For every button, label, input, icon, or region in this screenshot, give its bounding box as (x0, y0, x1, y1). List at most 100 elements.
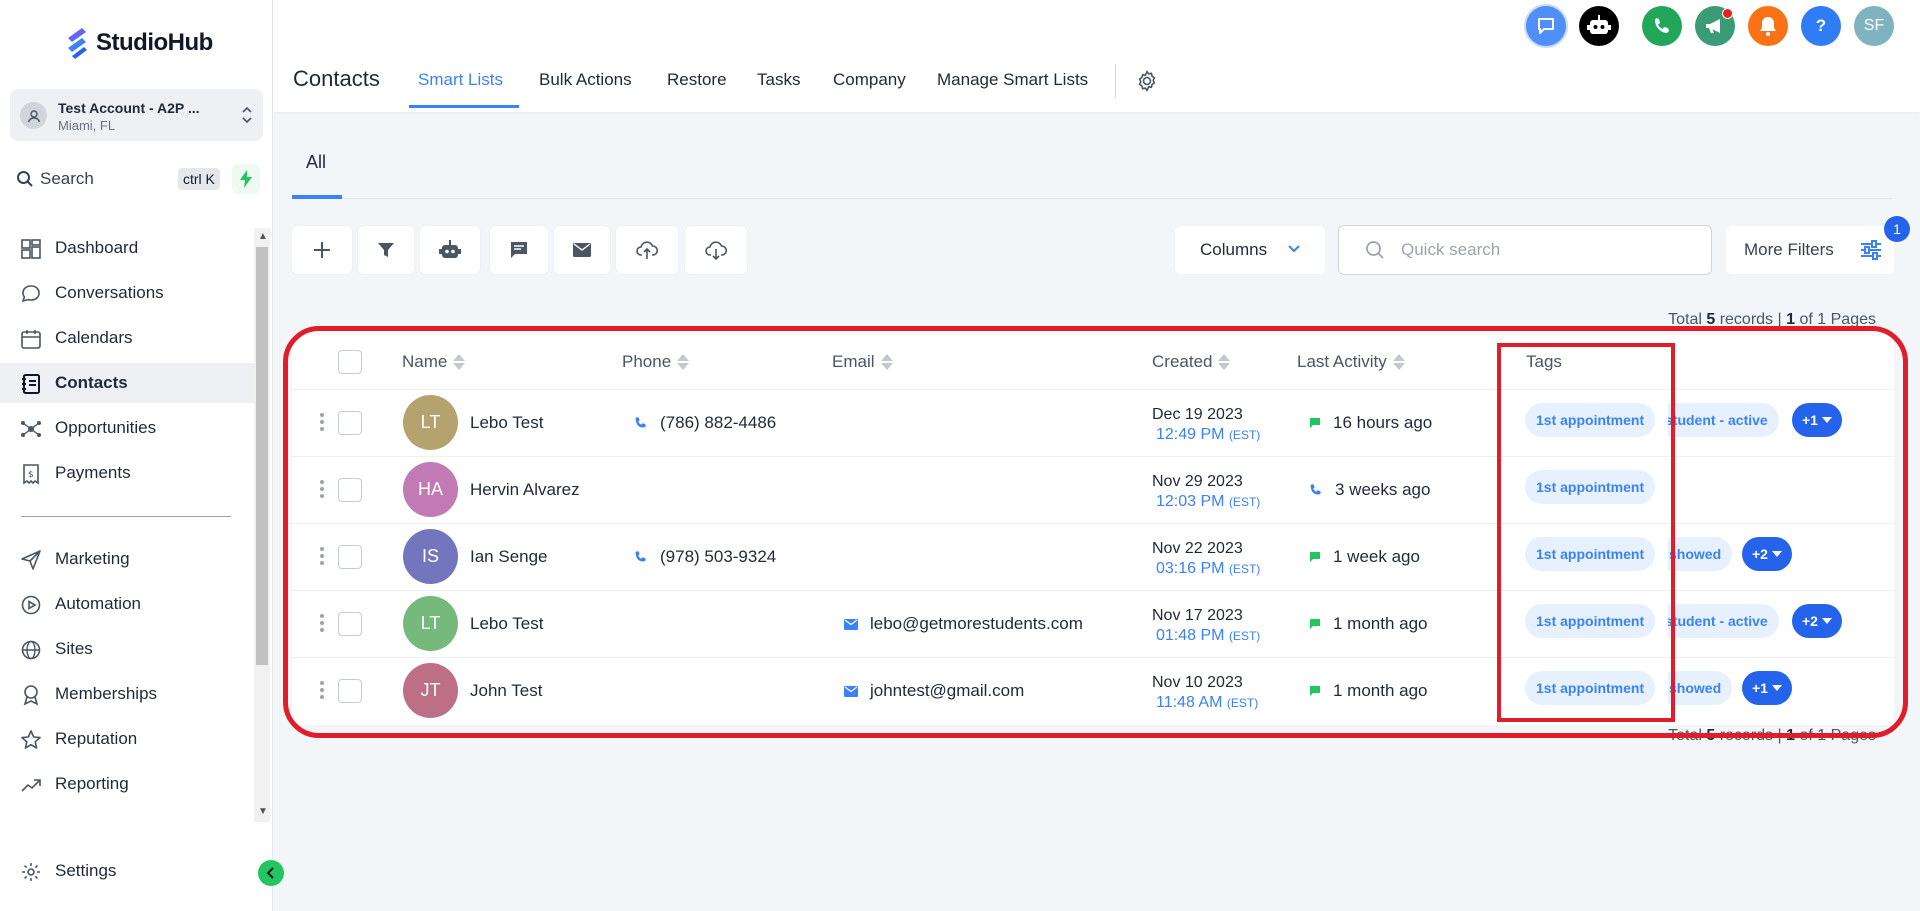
automation-button[interactable] (420, 226, 480, 274)
avatar[interactable]: LT (403, 596, 458, 651)
announcements-button[interactable] (1695, 6, 1735, 46)
contact-name[interactable]: Hervin Alvarez (470, 480, 580, 500)
chat-widget-button[interactable] (1526, 6, 1566, 46)
avatar[interactable]: HA (403, 462, 458, 517)
avatar[interactable]: IS (403, 529, 458, 584)
tag-chip[interactable]: 1st appointment (1525, 403, 1656, 437)
row-actions-kebab-icon[interactable] (320, 480, 326, 501)
sidebar-item-settings[interactable]: Settings (0, 851, 254, 891)
sidebar-item-memberships[interactable]: Memberships (0, 674, 254, 714)
column-header-last-activity[interactable]: Last Activity (1297, 352, 1405, 372)
sidebar-item-contacts[interactable]: Contacts (0, 363, 254, 403)
more-tags-button[interactable]: +2 (1792, 604, 1842, 638)
scrollbar-thumb[interactable] (256, 247, 268, 665)
contact-name[interactable]: Ian Senge (470, 547, 548, 567)
avatar[interactable]: LT (403, 395, 458, 450)
user-avatar[interactable]: SF (1854, 6, 1894, 46)
last-activity-cell: 3 weeks ago (1309, 480, 1430, 500)
scroll-up-arrow-icon[interactable]: ▲ (258, 231, 268, 242)
more-tags-button[interactable]: +2 (1742, 537, 1792, 571)
account-switcher[interactable]: Test Account - A2P ... Miami, FL (10, 89, 263, 141)
select-all-checkbox[interactable] (338, 350, 362, 374)
collapse-sidebar-button[interactable] (258, 860, 284, 886)
sidebar-item-dashboard[interactable]: Dashboard (0, 228, 254, 268)
import-contacts-button[interactable] (616, 226, 678, 274)
sidebar-item-automation[interactable]: Automation (0, 584, 254, 624)
send-sms-button[interactable] (490, 226, 548, 274)
export-contacts-button[interactable] (685, 226, 747, 274)
quick-action-button[interactable] (232, 164, 260, 194)
brand-name: StudioHub (96, 29, 213, 56)
sidebar-search[interactable]: Search ctrl K (12, 162, 226, 196)
more-tags-button[interactable]: +1 (1742, 671, 1792, 705)
email-cell[interactable]: lebo@getmorestudents.com (844, 614, 1083, 634)
row-actions-kebab-icon[interactable] (320, 547, 326, 568)
tag-chip[interactable]: showed (1668, 671, 1733, 705)
phone-cell[interactable]: (786) 882-4486 (634, 413, 776, 433)
envelope-icon (844, 618, 858, 630)
row-checkbox[interactable] (338, 679, 362, 703)
help-button[interactable]: ? (1801, 6, 1841, 46)
tab-tasks[interactable]: Tasks (757, 70, 800, 90)
brand-logo[interactable]: StudioHub (64, 26, 213, 60)
contact-name[interactable]: Lebo Test (470, 614, 543, 634)
sidebar-scrollbar[interactable]: ▲ ▼ (254, 228, 270, 822)
row-checkbox[interactable] (338, 411, 362, 435)
dashboard-icon (21, 239, 41, 259)
row-checkbox[interactable] (338, 545, 362, 569)
tab-company[interactable]: Company (833, 70, 906, 90)
phone-cell[interactable]: (978) 503-9324 (634, 547, 776, 567)
tag-chip[interactable]: 1st appointment (1525, 671, 1656, 705)
row-checkbox[interactable] (338, 478, 362, 502)
tag-chip[interactable]: 1st appointment (1525, 604, 1656, 638)
tab-bulk-actions[interactable]: Bulk Actions (539, 70, 632, 90)
tab-manage-smart-lists[interactable]: Manage Smart Lists (937, 70, 1088, 90)
columns-dropdown[interactable]: Columns (1175, 226, 1325, 274)
quick-search-input[interactable] (1401, 239, 1691, 261)
sidebar-item-sites[interactable]: Sites (0, 629, 254, 669)
column-header-created[interactable]: Created (1152, 352, 1231, 372)
avatar[interactable]: JT (403, 663, 458, 718)
row-actions-kebab-icon[interactable] (320, 681, 326, 702)
column-header-email[interactable]: Email (832, 352, 893, 372)
column-header-name[interactable]: Name (402, 352, 466, 372)
subtab-all[interactable]: All (306, 152, 326, 173)
sidebar-item-opportunities[interactable]: Opportunities (0, 408, 254, 448)
notifications-button[interactable] (1748, 6, 1788, 46)
row-actions-kebab-icon[interactable] (320, 614, 326, 635)
tag-chip[interactable]: student - active (1668, 604, 1779, 638)
row-checkbox[interactable] (338, 612, 362, 636)
ai-bot-button[interactable] (1579, 6, 1619, 46)
quick-search[interactable] (1338, 225, 1712, 275)
columns-label: Columns (1200, 240, 1268, 259)
scroll-down-arrow-icon[interactable]: ▼ (258, 806, 268, 817)
email-cell[interactable]: johntest@gmail.com (844, 681, 1024, 701)
sidebar-item-reputation[interactable]: Reputation (0, 719, 254, 759)
more-filters-button[interactable]: More Filters (1726, 226, 1894, 274)
tab-smart-lists[interactable]: Smart Lists (418, 70, 503, 90)
sidebar-item-marketing[interactable]: Marketing (0, 539, 254, 579)
tag-chip[interactable]: showed (1668, 537, 1733, 571)
tag-chip[interactable]: student - active (1668, 403, 1779, 437)
send-email-button[interactable] (554, 226, 610, 274)
robot-icon (439, 240, 461, 258)
column-header-tags[interactable]: Tags (1526, 352, 1562, 372)
contact-name[interactable]: John Test (470, 681, 542, 701)
column-header-phone[interactable]: Phone (622, 352, 690, 372)
more-tags-button[interactable]: +1 (1792, 403, 1842, 437)
sidebar-item-conversations[interactable]: Conversations (0, 273, 254, 313)
add-contact-button[interactable] (292, 226, 352, 274)
contact-name[interactable]: Lebo Test (470, 413, 543, 433)
tab-restore[interactable]: Restore (667, 70, 727, 90)
sidebar-item-calendars[interactable]: Calendars (0, 318, 254, 358)
row-actions-kebab-icon[interactable] (320, 413, 326, 434)
filter-button[interactable] (358, 226, 414, 274)
settings-gear-icon[interactable] (1135, 69, 1159, 93)
last-activity-cell: 1 month ago (1309, 614, 1428, 634)
tag-chip[interactable]: 1st appointment (1525, 470, 1656, 504)
tag-chip[interactable]: 1st appointment (1525, 537, 1656, 571)
phone-button[interactable] (1642, 6, 1682, 46)
sidebar-item-reporting[interactable]: Reporting (0, 764, 254, 804)
sidebar-item-payments[interactable]: $ Payments (0, 453, 254, 493)
active-subtab-indicator (292, 195, 342, 199)
